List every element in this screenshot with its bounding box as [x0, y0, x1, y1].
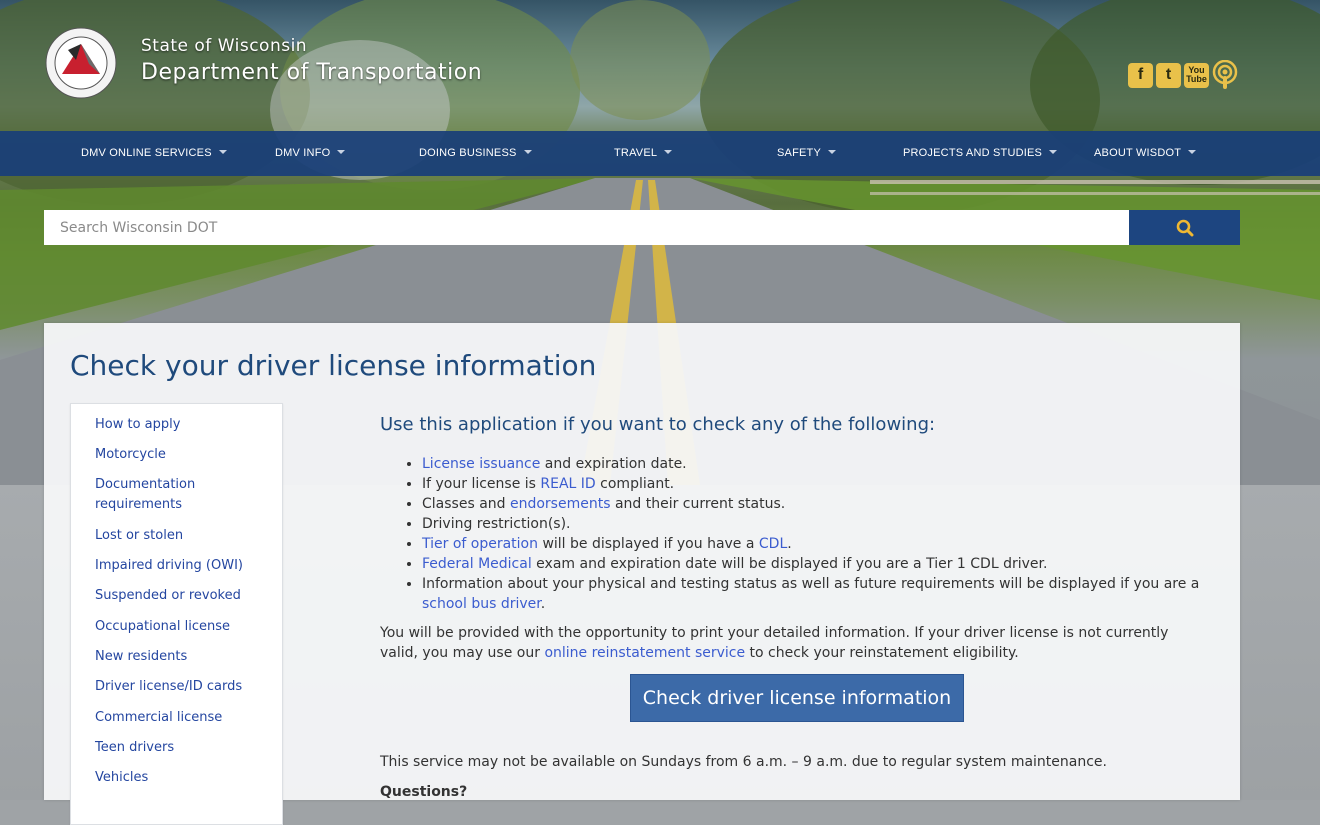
tier-of-operation-link[interactable]: Tier of operation	[422, 536, 538, 552]
real-id-link[interactable]: REAL ID	[540, 476, 595, 492]
lead-heading: Use this application if you want to chec…	[380, 414, 936, 435]
twitter-icon[interactable]: t	[1156, 62, 1181, 88]
nav-doing-business[interactable]: DOING BUSINESS	[419, 131, 532, 176]
online-reinstatement-link[interactable]: online reinstatement service	[544, 645, 745, 661]
nav-about-wisdot[interactable]: ABOUT WISDOT	[1094, 131, 1197, 176]
sidebar-item-motorcycle[interactable]: Motorcycle	[95, 445, 270, 465]
nav-travel[interactable]: TRAVEL	[614, 131, 673, 176]
content-card: Check your driver license information Ho…	[44, 323, 1240, 825]
endorsements-link[interactable]: endorsements	[510, 496, 611, 512]
list-item: Driving restriction(s).	[422, 514, 1222, 534]
chevron-down-icon	[337, 150, 346, 155]
sidebar-item-new-residents[interactable]: New residents	[95, 647, 270, 667]
federal-medical-link[interactable]: Federal Medical	[422, 556, 532, 572]
nav-projects-and-studies[interactable]: PROJECTS AND STUDIES	[903, 131, 1058, 176]
sidebar-item-documentation-requirements[interactable]: Documentation requirements	[95, 475, 270, 515]
chevron-down-icon	[218, 150, 227, 155]
facebook-icon[interactable]: f	[1128, 62, 1153, 88]
list-item: Classes and endorsements and their curre…	[422, 494, 1222, 514]
chevron-down-icon	[664, 150, 673, 155]
chevron-down-icon	[1188, 150, 1197, 155]
maintenance-notice: This service may not be available on Sun…	[380, 754, 1107, 770]
cdl-link[interactable]: CDL	[759, 536, 787, 552]
sidebar-item-commercial-license[interactable]: Commercial license	[95, 708, 270, 728]
school-bus-driver-link[interactable]: school bus driver	[422, 596, 541, 612]
chevron-down-icon	[523, 150, 532, 155]
nav-dmv-info[interactable]: DMV INFO	[275, 131, 346, 176]
wisdot-seal-logo[interactable]	[44, 26, 118, 100]
department-name[interactable]: Department of Transportation	[141, 60, 482, 85]
chevron-down-icon	[1049, 150, 1058, 155]
podcast-icon[interactable]	[1212, 60, 1238, 90]
nav-safety[interactable]: SAFETY	[777, 131, 836, 176]
youtube-icon[interactable]: You Tube	[1184, 62, 1209, 88]
sidebar-item-how-to-apply[interactable]: How to apply	[95, 415, 270, 435]
list-item: Information about your physical and test…	[422, 574, 1222, 614]
search-input[interactable]	[44, 210, 1129, 245]
list-item: Tier of operation will be displayed if y…	[422, 534, 1222, 554]
reinstatement-paragraph: You will be provided with the opportunit…	[380, 625, 1169, 661]
sidebar-item-occupational-license[interactable]: Occupational license	[95, 617, 270, 637]
chevron-down-icon	[828, 150, 836, 155]
list-item: If your license is REAL ID compliant.	[422, 474, 1222, 494]
state-name: State of Wisconsin	[141, 36, 308, 56]
sidebar-item-teen-drivers[interactable]: Teen drivers	[95, 738, 270, 758]
sidebar-navigation: How to apply Motorcycle Documentation re…	[70, 403, 283, 825]
sidebar-item-lost-or-stolen[interactable]: Lost or stolen	[95, 526, 270, 546]
social-links: f t You Tube	[1128, 60, 1238, 90]
nav-dmv-online-services[interactable]: DMV ONLINE SERVICES	[81, 131, 227, 176]
sidebar-item-suspended-or-revoked[interactable]: Suspended or revoked	[95, 586, 270, 606]
main-navigation: DMV ONLINE SERVICES DMV INFO DOING BUSIN…	[0, 131, 1320, 176]
page-title: Check your driver license information	[70, 349, 597, 382]
list-item: License issuance and expiration date.	[422, 454, 1222, 474]
sidebar-item-vehicles[interactable]: Vehicles	[95, 768, 270, 788]
sidebar-item-impaired-driving[interactable]: Impaired driving (OWI)	[95, 556, 270, 576]
search-button[interactable]	[1129, 210, 1240, 245]
search-icon	[1176, 219, 1193, 236]
seal-icon	[45, 27, 117, 99]
check-driver-license-button[interactable]: Check driver license information	[630, 674, 964, 722]
license-issuance-link[interactable]: License issuance	[422, 456, 540, 472]
sidebar-item-driver-license-id-cards[interactable]: Driver license/ID cards	[95, 677, 270, 697]
feature-list: License issuance and expiration date. If…	[380, 454, 1222, 614]
questions-heading: Questions?	[380, 784, 468, 800]
list-item: Federal Medical exam and expiration date…	[422, 554, 1222, 574]
